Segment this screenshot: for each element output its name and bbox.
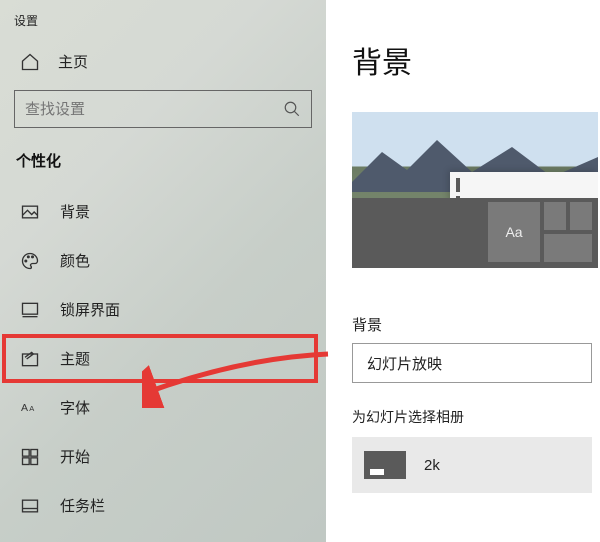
album-thumb-icon [364, 451, 406, 479]
page-title: 背景 [352, 38, 600, 82]
album-item[interactable]: 2k [352, 437, 592, 493]
sidebar-item-start[interactable]: 开始 [0, 432, 326, 481]
sidebar-item-label: 主题 [60, 348, 90, 369]
section-personalization: 个性化 [0, 128, 326, 181]
preview-sample-text: Aa [488, 202, 540, 262]
album-name: 2k [424, 457, 440, 474]
sidebar-item-background[interactable]: 背景 [0, 187, 326, 236]
background-select-value: 幻灯片放映 [367, 353, 442, 374]
sidebar-item-label: 字体 [60, 397, 90, 418]
window-title: 设置 [0, 8, 326, 43]
sidebar-item-color[interactable]: 颜色 [0, 236, 326, 285]
lockscreen-icon [20, 300, 40, 320]
sidebar-item-label: 背景 [60, 201, 90, 222]
background-field-label: 背景 [352, 314, 600, 335]
main-panel: 背景 Aa 背景 幻灯片放映 为幻灯片选择相册 2k [326, 0, 600, 542]
home-icon [20, 52, 40, 72]
search-input[interactable] [25, 101, 260, 118]
sidebar-item-label: 锁屏界面 [60, 299, 120, 320]
sidebar-item-home[interactable]: 主页 [0, 43, 326, 90]
font-icon: AA [20, 399, 40, 417]
start-icon [20, 447, 40, 467]
search-input-wrap[interactable] [14, 90, 312, 128]
sidebar-item-themes[interactable]: 主题 [2, 334, 318, 383]
sidebar-item-lockscreen[interactable]: 锁屏界面 [0, 285, 326, 334]
home-label: 主页 [58, 51, 88, 72]
taskbar-icon [20, 496, 40, 516]
background-preview: Aa [352, 112, 598, 268]
svg-text:A: A [21, 402, 28, 414]
album-label: 为幻灯片选择相册 [352, 407, 600, 427]
sidebar-item-taskbar[interactable]: 任务栏 [0, 481, 326, 530]
background-select[interactable]: 幻灯片放映 [352, 343, 592, 383]
search-icon [283, 100, 301, 118]
picture-icon [20, 202, 40, 222]
sidebar-item-fonts[interactable]: AA 字体 [0, 383, 326, 432]
palette-icon [20, 251, 40, 271]
settings-sidebar: 设置 主页 个性化 背景 颜色 [0, 0, 326, 542]
sidebar-item-label: 任务栏 [60, 495, 105, 516]
theme-icon [20, 349, 40, 369]
sidebar-nav: 背景 颜色 锁屏界面 主题 AA 字体 [0, 181, 326, 530]
sidebar-item-label: 开始 [60, 446, 90, 467]
sidebar-item-label: 颜色 [60, 250, 90, 271]
svg-text:A: A [29, 404, 34, 413]
preview-taskbar-mock: Aa [352, 198, 598, 268]
